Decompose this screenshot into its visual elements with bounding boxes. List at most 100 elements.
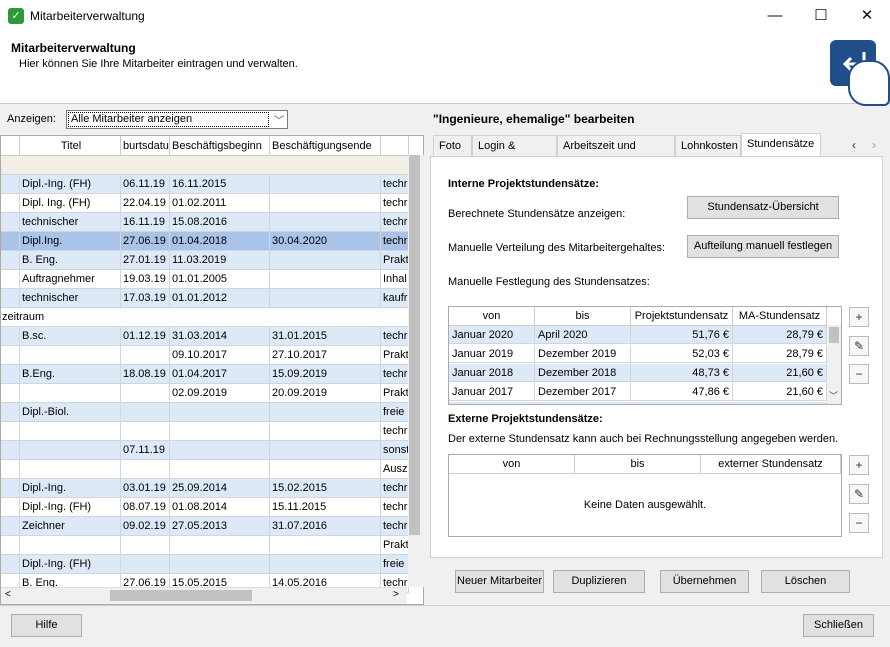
internal-rate-cell: Dezember 2016: [535, 402, 631, 404]
row-selector[interactable]: [1, 365, 20, 384]
column-header-geburtsdatum[interactable]: burtsdatu: [121, 136, 170, 156]
table-row[interactable]: B.sc. 01.12.19 31.03.2014 31.01.2015 techr: [1, 327, 409, 346]
table-cell: [170, 460, 270, 479]
row-selector[interactable]: [1, 460, 20, 479]
tab-scroll-left-icon[interactable]: ‹: [852, 138, 856, 152]
row-selector[interactable]: [1, 517, 20, 536]
table-row[interactable]: technischer 16.11.19 15.08.2016 techr: [1, 213, 409, 232]
apply-button[interactable]: Übernehmen: [660, 570, 749, 593]
close-dialog-button[interactable]: Schließen: [803, 614, 874, 637]
minimize-button[interactable]: —: [752, 0, 798, 32]
row-selector[interactable]: [1, 441, 20, 460]
table-row[interactable]: Prakt: [1, 536, 409, 555]
remove-rate-icon[interactable]: −: [849, 364, 869, 384]
maximize-button[interactable]: ☐: [798, 0, 844, 32]
add-external-rate-icon[interactable]: +: [849, 455, 869, 475]
internal-column-header[interactable]: bis: [535, 307, 631, 326]
table-row[interactable]: Zeichner 09.02.19 27.05.2013 31.07.2016 tech…: [1, 517, 409, 536]
tab-panel-stundensaetze: Interne Projektstundensätze: Berechnete …: [430, 156, 883, 558]
row-selector[interactable]: [1, 422, 20, 441]
table-row[interactable]: Auftragnehmer 19.03.19 01.01.2005 Inhal: [1, 270, 409, 289]
row-selector[interactable]: [1, 213, 20, 232]
row-selector[interactable]: [1, 251, 20, 270]
tab-lohnkosten[interactable]: Lohnkosten: [675, 135, 741, 157]
row-selector[interactable]: [1, 384, 20, 403]
internal-column-header[interactable]: von: [449, 307, 535, 326]
table-cell: Inhal: [381, 270, 409, 289]
table-row[interactable]: 02.09.2019 20.09.2019 Prakt: [1, 384, 409, 403]
table-cell: [121, 536, 170, 555]
table-cell: kaufr: [381, 289, 409, 308]
duplicate-button[interactable]: Duplizieren: [553, 570, 645, 593]
internal-rate-table[interactable]: von bis Projektstundensatz MA-Stundensatz Ja…: [448, 306, 842, 405]
show-label: Anzeigen:: [7, 113, 56, 125]
row-selector[interactable]: [1, 327, 20, 346]
vertical-scroll-thumb[interactable]: [409, 155, 420, 535]
row-selector[interactable]: [1, 346, 20, 365]
row-selector[interactable]: [1, 498, 20, 517]
row-selector[interactable]: [1, 403, 20, 422]
column-header-selector[interactable]: [1, 136, 20, 156]
show-select[interactable]: Alle Mitarbeiter anzeigen ﹀: [66, 110, 288, 129]
table-row[interactable]: Dipl. Ing. (FH) 22.04.19 01.02.2011 techr: [1, 194, 409, 213]
horizontal-scroll-thumb[interactable]: [110, 590, 252, 601]
column-header-taetigkeit[interactable]: [381, 136, 409, 156]
remove-external-rate-icon[interactable]: −: [849, 513, 869, 533]
row-selector[interactable]: [1, 536, 20, 555]
column-header-ende[interactable]: Beschäftigungsende: [270, 136, 381, 156]
table-row[interactable]: Dipl.Ing. 27.06.19 01.04.2018 30.04.2020 tec…: [1, 232, 409, 251]
column-header-beginn[interactable]: Beschäftigsbeginn: [170, 136, 270, 156]
employee-grid[interactable]: Titel burtsdatu Beschäftigsbeginn Beschäfti…: [0, 135, 424, 605]
group-row[interactable]: [1, 156, 409, 175]
edit-rate-icon[interactable]: ✎: [849, 336, 869, 356]
external-column-header[interactable]: bis: [575, 455, 701, 474]
row-selector[interactable]: [1, 289, 20, 308]
row-selector[interactable]: [1, 232, 20, 251]
rate-overview-button[interactable]: Stundensatz-Übersicht: [687, 196, 839, 219]
tab-login-rechte[interactable]: Login & Rechte: [472, 135, 557, 173]
scroll-left-icon[interactable]: <: [5, 589, 11, 600]
add-rate-icon[interactable]: +: [849, 307, 869, 327]
table-row[interactable]: 09.10.2017 27.10.2017 Prakt: [1, 346, 409, 365]
table-row[interactable]: B. Eng. 27.01.19 11.03.2019 Prakt: [1, 251, 409, 270]
row-selector[interactable]: [1, 194, 20, 213]
table-row[interactable]: Dipl.-Ing. (FH) 08.07.19 01.08.2014 15.11.2…: [1, 498, 409, 517]
table-row[interactable]: Dipl.-Ing. (FH) freie: [1, 555, 409, 574]
tab-foto[interactable]: Foto: [433, 135, 472, 157]
external-column-header[interactable]: von: [449, 455, 575, 474]
table-row[interactable]: technischer 17.03.19 01.01.2012 kaufr: [1, 289, 409, 308]
help-button[interactable]: Hilfe: [11, 614, 82, 637]
delete-button[interactable]: Löschen: [761, 570, 850, 593]
column-header-titel[interactable]: Titel: [20, 136, 121, 156]
table-cell: 03.01.19: [121, 479, 170, 498]
row-selector[interactable]: [1, 555, 20, 574]
row-selector[interactable]: [1, 479, 20, 498]
internal-table-scrollbar[interactable]: ﹀: [827, 325, 841, 404]
tab-stundensaetze[interactable]: Stundensätze: [741, 133, 821, 156]
new-employee-button[interactable]: Neuer Mitarbeiter: [455, 570, 544, 593]
row-selector[interactable]: [1, 175, 20, 194]
tab-scroll-right-icon[interactable]: ›: [872, 138, 876, 152]
edit-external-rate-icon[interactable]: ✎: [849, 484, 869, 504]
external-rate-table[interactable]: Keine Daten ausgewählt. von bis externer S…: [448, 454, 842, 537]
internal-column-header[interactable]: MA-Stundensatz: [733, 307, 827, 326]
group-row[interactable]: zeitraum: [1, 308, 409, 327]
table-row[interactable]: 07.11.19 sonst: [1, 441, 409, 460]
table-row[interactable]: Dipl.-Ing. (FH) 06.11.19 16.11.2015 techr: [1, 175, 409, 194]
table-row[interactable]: techr: [1, 422, 409, 441]
table-row[interactable]: Dipl.-Biol. freie: [1, 403, 409, 422]
scroll-right-icon[interactable]: >: [393, 589, 399, 600]
tab-arbeitszeit-urlaub[interactable]: Arbeitszeit und Urlaub: [557, 135, 675, 173]
hand-icon: [848, 60, 890, 106]
table-cell: sonst: [381, 441, 409, 460]
table-row[interactable]: Ausz: [1, 460, 409, 479]
table-cell: [121, 555, 170, 574]
manual-split-button[interactable]: Aufteilung manuell festlegen: [687, 235, 839, 258]
table-row[interactable]: B.Eng. 18.08.19 01.04.2017 15.09.2019 techr: [1, 365, 409, 384]
table-row[interactable]: Dipl.-Ing. 03.01.19 25.09.2014 15.02.2015 te…: [1, 479, 409, 498]
internal-column-header[interactable]: Projektstundensatz: [631, 307, 733, 326]
close-button[interactable]: ✕: [844, 0, 890, 32]
row-selector[interactable]: [1, 270, 20, 289]
chevron-down-icon: ﹀: [274, 116, 284, 127]
external-column-header[interactable]: externer Stundensatz: [701, 455, 841, 474]
